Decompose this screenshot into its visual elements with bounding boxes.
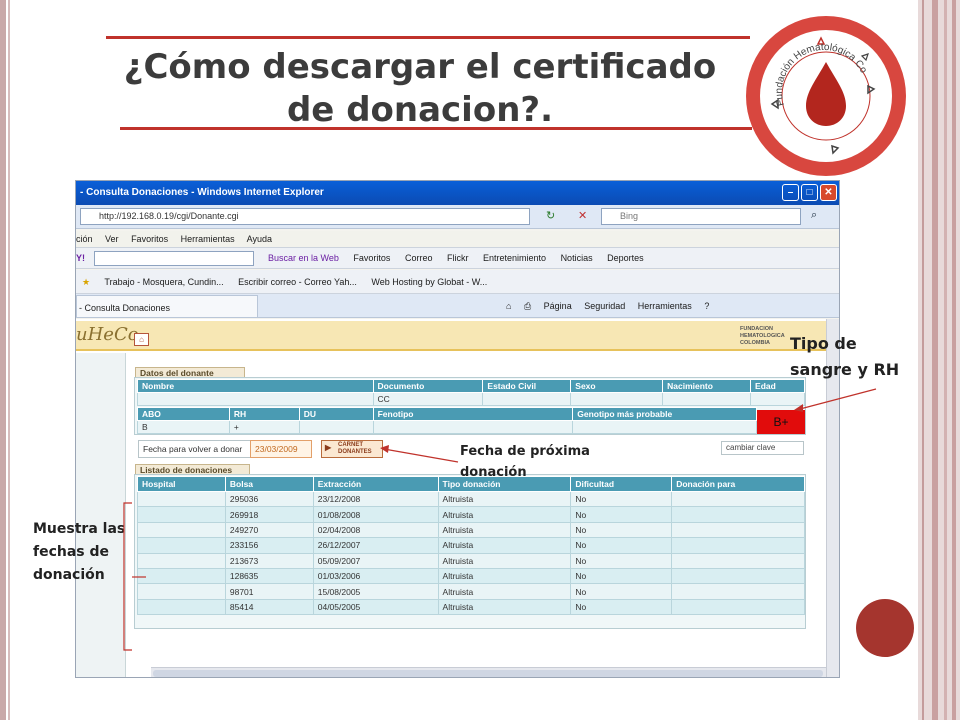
arrow-fecha-proxima	[383, 448, 459, 463]
bracket-fechas	[123, 502, 132, 651]
annotation-arrows	[123, 388, 877, 651]
arrow-fecha-proxima-head	[380, 445, 389, 453]
arrow-tipo-sangre-head	[794, 404, 803, 412]
arrow-tipo-sangre	[799, 388, 877, 410]
